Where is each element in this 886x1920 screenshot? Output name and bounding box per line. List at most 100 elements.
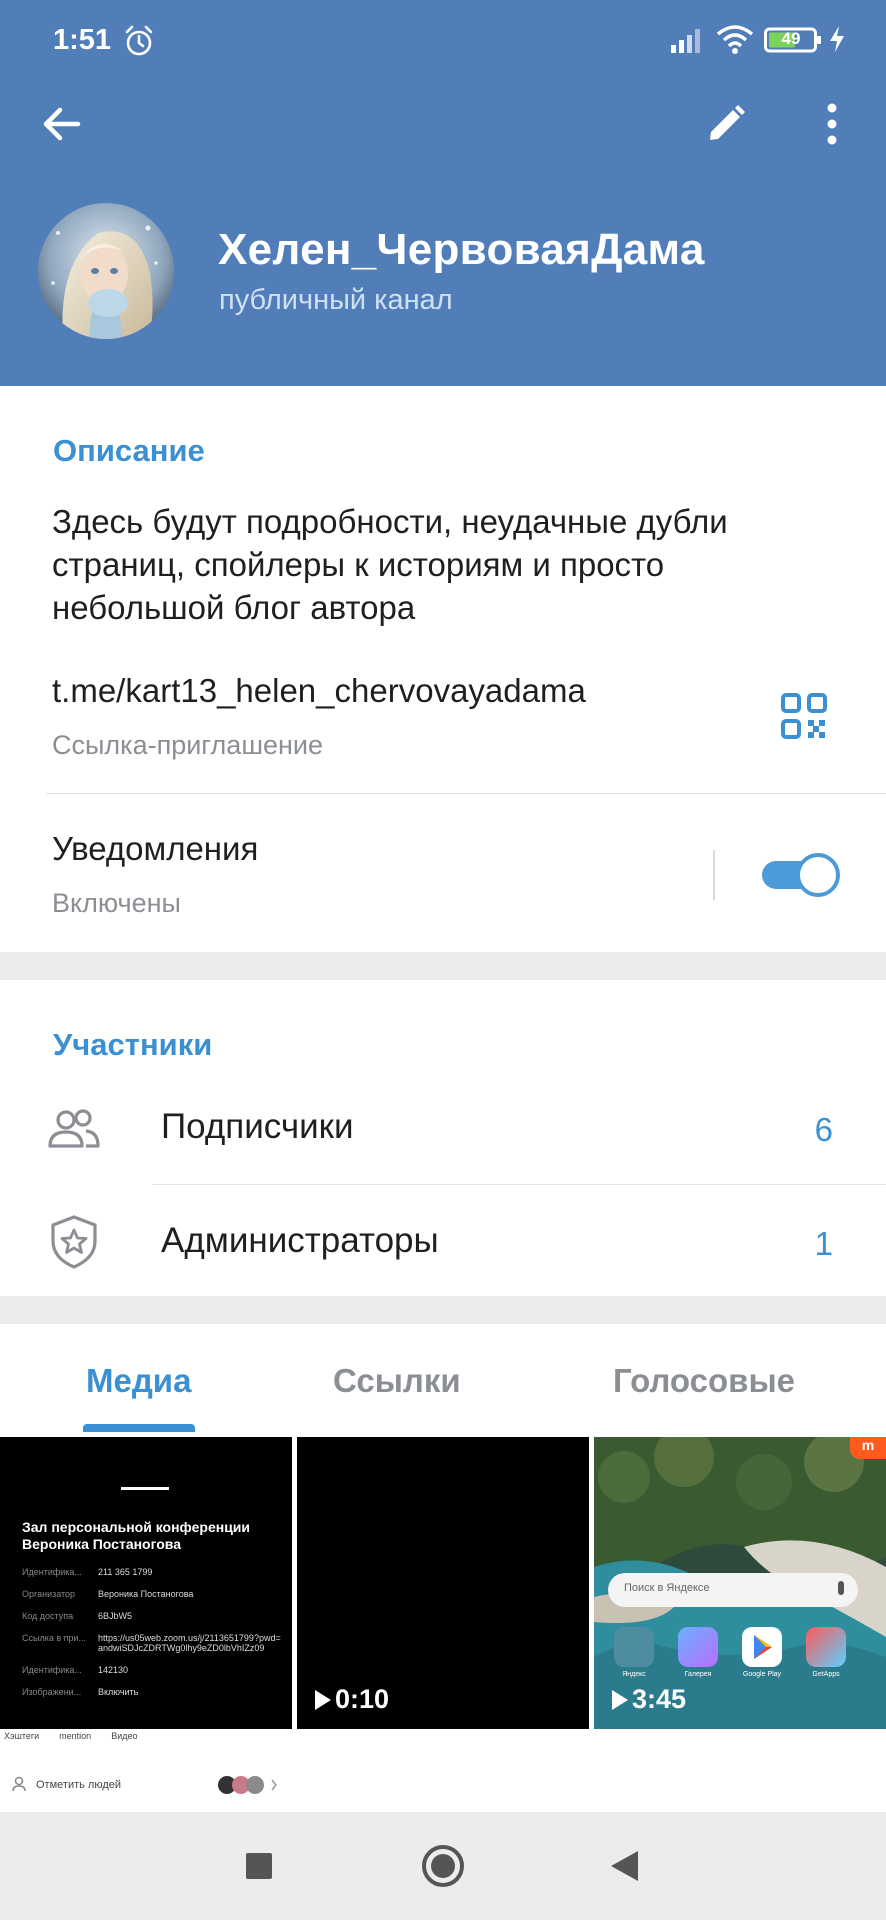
charging-icon <box>830 26 844 52</box>
getapps-app-icon <box>806 1627 846 1667</box>
yandex-app-icon <box>614 1627 654 1667</box>
status-time: 1:51 <box>53 24 112 56</box>
home-circle-icon <box>422 1845 464 1887</box>
chevron-right-icon <box>271 1779 277 1791</box>
thumbnail-detail-key: Изображени... <box>22 1687 82 1697</box>
app-label: GetApps <box>812 1671 840 1678</box>
thumbnail-detail-value: https://us05web.zoom.us/j/2113651799?pwd… <box>98 1633 281 1653</box>
qr-code-button[interactable] <box>780 692 828 740</box>
video-duration: 0:10 <box>315 1684 389 1715</box>
video-duration-text: 0:10 <box>335 1684 390 1714</box>
channel-type: публичный канал <box>219 284 453 316</box>
thumbnail-conference-title: Зал персональной конференции Вероника По… <box>22 1519 251 1552</box>
people-icon <box>48 1109 100 1148</box>
app-label: Яндекс <box>622 1671 646 1678</box>
video-duration: 3:45 <box>612 1684 686 1715</box>
status-bar: 1:51 49 <box>0 0 886 80</box>
back-arrow-icon <box>43 107 81 141</box>
video-duration-text: 3:45 <box>632 1684 687 1714</box>
channel-name: Хелен_ЧервоваяДама <box>218 225 705 274</box>
channel-description: Здесь будут подробности, неудачные дубли… <box>52 503 728 626</box>
qr-code-icon <box>781 693 827 739</box>
toggle-knob <box>796 853 840 897</box>
admin-shield-icon <box>51 1215 97 1269</box>
invite-link-caption: Ссылка-приглашение <box>52 730 324 760</box>
edit-pencil-icon <box>710 105 745 140</box>
media-thumbnail[interactable]: 0:10 <box>297 1437 589 1729</box>
back-button[interactable] <box>36 98 88 150</box>
avatar-image <box>38 203 174 339</box>
partial-chips: Хэштеги mention Видео <box>4 1731 137 1741</box>
system-nav-bar <box>0 1812 886 1920</box>
thumbnail-detail-key: Ссылка в при... <box>22 1633 87 1643</box>
channel-avatar[interactable] <box>38 203 174 339</box>
tag-people-label: Отметить людей <box>36 1779 122 1791</box>
thumbnail-detail-key: Код доступа <box>22 1611 74 1621</box>
gallery-app-icon <box>678 1627 718 1667</box>
divider <box>152 1184 886 1185</box>
thumbnail-detail-row: Идентифика... 211 365 1799 <box>22 1567 284 1577</box>
play-icon <box>315 1689 331 1710</box>
thumbnail-detail-value: 211 365 1799 <box>98 1567 153 1577</box>
invite-link[interactable]: t.me/kart13_helen_chervovayadama <box>52 672 586 710</box>
description-title: Описание <box>53 433 205 468</box>
more-options-button[interactable] <box>806 98 858 150</box>
chip: mention <box>59 1731 92 1741</box>
notifications-label[interactable]: Уведомления <box>52 830 258 868</box>
chip: Видео <box>111 1731 138 1741</box>
thumbnail-detail-value: Вероника Постаногова <box>98 1589 194 1599</box>
thumbnail-detail-row: Организатор Вероника Постаногова <box>22 1589 284 1599</box>
thumbnail-detail-value: 6BJbW5 <box>98 1611 133 1621</box>
channel-header: 1:51 49 Хелен_ЧервоваяДама публичный кан… <box>0 0 886 386</box>
battery-level: 49 <box>781 29 801 48</box>
admins-count: 1 <box>814 1225 833 1262</box>
recents-button[interactable] <box>229 1836 289 1896</box>
triangle-back-icon <box>611 1851 638 1881</box>
app-label: Галерея <box>684 1671 712 1678</box>
play-icon <box>612 1689 628 1710</box>
wifi-icon <box>716 25 754 54</box>
divider <box>46 793 886 794</box>
more-vertical-icon <box>827 103 837 145</box>
media-row-partial[interactable]: Хэштеги mention Видео Отметить людей <box>0 1729 886 1812</box>
signal-icon <box>671 29 700 53</box>
notifications-state: Включены <box>52 888 181 918</box>
app-icons-row: Яндекс Галерея Google Play GetApps <box>608 1627 878 1687</box>
thumbnail-detail-key: Организатор <box>22 1589 76 1599</box>
thumbnail-detail-row: Ссылка в при... https://us05web.zoom.us/j… <box>22 1633 284 1653</box>
subscribers-label: Подписчики <box>161 1107 354 1146</box>
thumbnail-details: Идентифика... 211 365 1799 Организатор Веро… <box>22 1567 284 1709</box>
active-tab-indicator <box>83 1424 195 1432</box>
thumbnail-search-placeholder: Поиск в Яндексе <box>624 1582 710 1594</box>
tab-links[interactable]: Ссылки <box>333 1362 461 1400</box>
admins-label: Администраторы <box>161 1221 439 1260</box>
google-play-icon <box>742 1627 782 1667</box>
notifications-toggle[interactable] <box>762 853 840 897</box>
drag-handle <box>121 1487 169 1490</box>
avatar <box>246 1776 264 1794</box>
battery-icon: 49 <box>764 27 822 53</box>
members-title: Участники <box>53 1027 213 1062</box>
tab-voice[interactable]: Голосовые <box>613 1362 795 1400</box>
media-thumbnail[interactable]: Зал персональной конференции Вероника По… <box>0 1437 292 1729</box>
alarm-icon <box>125 25 153 56</box>
thumbnail-search-bar: Поиск в Яндексе <box>608 1573 858 1607</box>
app-label: Google Play <box>742 1671 782 1678</box>
person-icon <box>12 1776 26 1792</box>
thumbnail-detail-row: Идентифика... 142130 <box>22 1665 284 1675</box>
thumbnail-detail-value: Включить <box>98 1687 139 1697</box>
thumbnail-detail-row: Код доступа 6BJbW5 <box>22 1611 284 1621</box>
mic-icon <box>838 1581 844 1595</box>
media-thumbnail[interactable]: m Поиск в Яндексе Яндекс Галерея Google Pl… <box>594 1437 886 1729</box>
thumbnail-detail-key: Идентифика... <box>22 1567 82 1577</box>
back-nav-button[interactable] <box>594 1836 654 1896</box>
thumbnail-detail-row: Изображени... Включить <box>22 1687 284 1697</box>
subscribers-count: 6 <box>814 1111 833 1148</box>
home-button[interactable] <box>413 1836 473 1896</box>
chip: Хэштеги <box>4 1731 40 1741</box>
tab-media[interactable]: Медиа <box>86 1362 191 1400</box>
vertical-separator <box>713 850 715 900</box>
app-badge-icon: m <box>850 1437 886 1459</box>
thumbnail-detail-key: Идентифика... <box>22 1665 82 1675</box>
edit-button[interactable] <box>700 98 752 150</box>
